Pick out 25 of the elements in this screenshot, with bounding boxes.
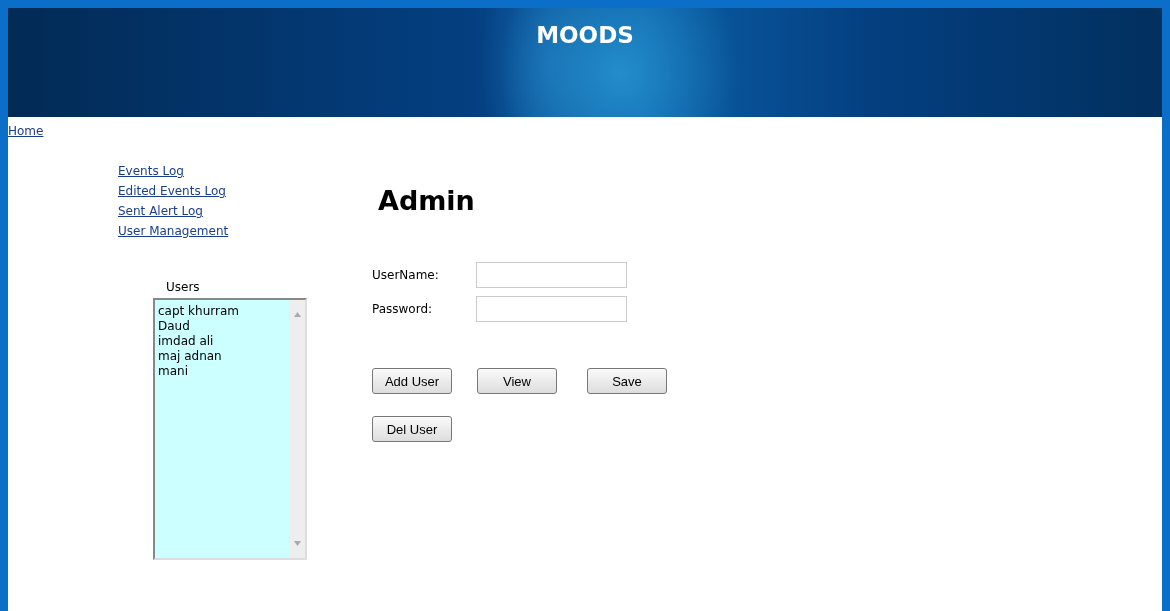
site-title: MOODS [536,22,634,50]
users-label: Users [166,280,200,294]
action-button[interactable]: Add User [372,368,452,394]
user-item[interactable]: mani [158,364,188,379]
user-item[interactable]: imdad ali [158,334,214,349]
nav-link[interactable]: Events Log [118,164,184,178]
action-button[interactable]: Del User [372,416,452,442]
nav-link[interactable]: Sent Alert Log [118,204,203,218]
scrollbar[interactable] [289,300,305,558]
scroll-down-icon[interactable] [293,541,301,546]
scroll-up-icon[interactable] [293,312,301,317]
input-field[interactable] [476,296,627,322]
user-item[interactable]: capt khurram [158,304,239,319]
user-item[interactable]: Daud [158,319,190,334]
input-field[interactable] [476,262,627,288]
users-listbox[interactable]: capt khurram Daud imdad ali maj adnan mani [153,298,307,560]
action-button[interactable]: View [477,368,557,394]
user-item[interactable]: maj adnan [158,349,222,364]
action-button[interactable]: Save [587,368,667,394]
field-label: Password: [372,302,434,316]
home-link[interactable]: Home [8,124,44,138]
nav-link[interactable]: User Management [118,224,229,238]
nav-link[interactable]: Edited Events Log [118,184,226,198]
page-heading: Admin [378,185,475,216]
field-label: UserName: [372,268,440,282]
